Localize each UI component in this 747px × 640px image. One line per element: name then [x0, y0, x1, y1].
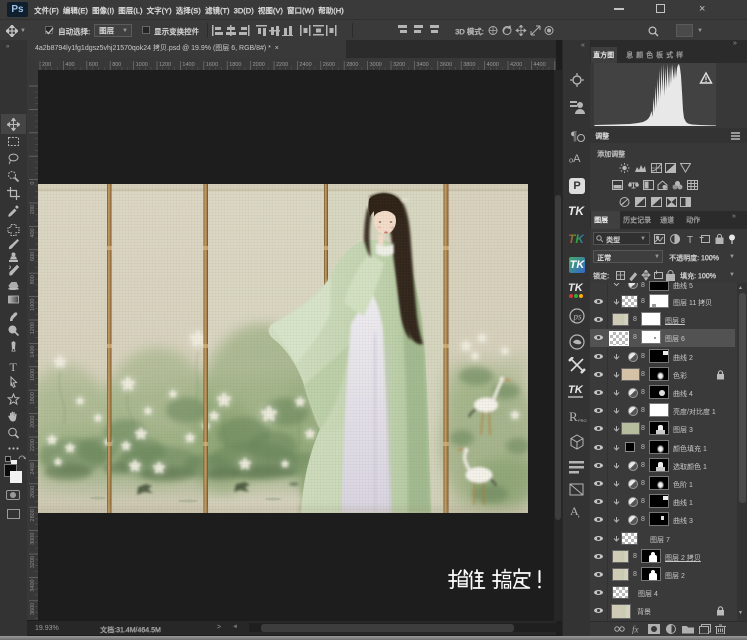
svg-text:2800: 2800: [30, 509, 36, 521]
svg-text:3200: 3200: [30, 556, 36, 568]
svg-text:T: T: [10, 360, 18, 373]
svg-text:400: 400: [30, 228, 36, 237]
svg-text:2600: 2600: [30, 486, 36, 498]
svg-text:2200: 2200: [276, 62, 288, 68]
svg-text:800: 800: [112, 62, 121, 68]
svg-text:3600: 3600: [440, 62, 452, 68]
svg-text:2000: 2000: [30, 416, 36, 428]
svg-text:1000: 1000: [30, 299, 36, 311]
svg-text:1600: 1600: [206, 62, 218, 68]
svg-text:1800: 1800: [30, 392, 36, 404]
svg-text:4000: 4000: [487, 62, 499, 68]
svg-text:3400: 3400: [30, 579, 36, 591]
svg-text:2000: 2000: [253, 62, 265, 68]
svg-text:2800: 2800: [346, 62, 358, 68]
svg-text:¶: ¶: [571, 128, 577, 143]
svg-text:T: T: [687, 235, 693, 245]
svg-text:400: 400: [65, 62, 74, 68]
svg-text:2400: 2400: [30, 462, 36, 474]
svg-text:3200: 3200: [393, 62, 405, 68]
svg-text:3400: 3400: [416, 62, 428, 68]
svg-text:3000: 3000: [30, 533, 36, 545]
svg-text:2600: 2600: [323, 62, 335, 68]
svg-text:1400: 1400: [30, 345, 36, 357]
svg-text:1200: 1200: [30, 322, 36, 334]
svg-text:2400: 2400: [299, 62, 311, 68]
svg-text:800: 800: [30, 275, 36, 284]
svg-text:fx: fx: [632, 625, 639, 635]
svg-text:2200: 2200: [30, 439, 36, 451]
svg-text:600: 600: [89, 62, 98, 68]
svg-text:1600: 1600: [30, 369, 36, 381]
svg-text:4400: 4400: [533, 62, 545, 68]
svg-text:200: 200: [30, 205, 36, 214]
svg-text:3600: 3600: [30, 603, 36, 615]
svg-text:0: 0: [30, 182, 36, 185]
svg-text:1200: 1200: [159, 62, 171, 68]
svg-text:4200: 4200: [510, 62, 522, 68]
svg-text:3800: 3800: [463, 62, 475, 68]
svg-text:1400: 1400: [182, 62, 194, 68]
svg-text:1800: 1800: [229, 62, 241, 68]
svg-text:ps: ps: [573, 312, 583, 322]
svg-text:600: 600: [30, 252, 36, 261]
svg-text:1000: 1000: [136, 62, 148, 68]
svg-text:3000: 3000: [370, 62, 382, 68]
svg-text:200: 200: [42, 62, 51, 68]
